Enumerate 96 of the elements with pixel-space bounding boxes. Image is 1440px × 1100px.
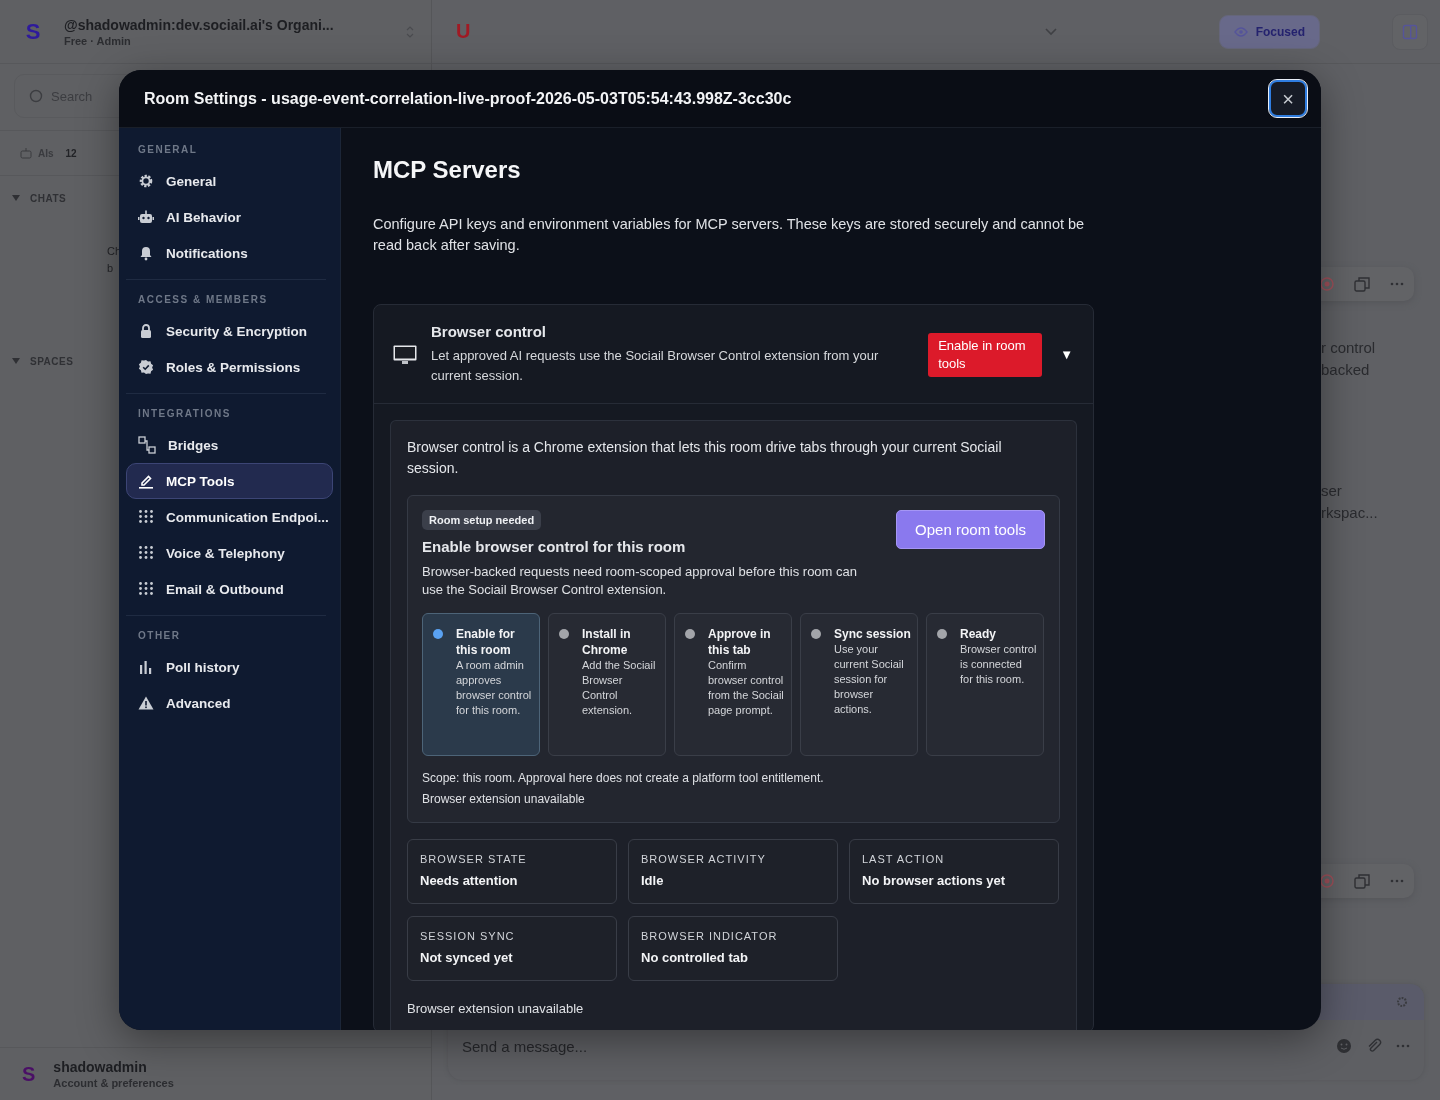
nav-item[interactable]: Roles & Permissions (126, 349, 333, 385)
nav-item[interactable]: Bridges (126, 427, 333, 463)
stat-label: BROWSER ACTIVITY (641, 853, 767, 865)
nav-item[interactable]: MCP Tools (126, 463, 333, 499)
more-icon[interactable] (1390, 879, 1405, 883)
nav-section-heading: ACCESS & MEMBERS (137, 293, 269, 307)
step-description: Browser control is connected for this room. (960, 642, 1037, 687)
robot-icon (138, 209, 154, 225)
workspace-avatar: S (24, 17, 42, 46)
status-dot (559, 629, 569, 639)
nav-item[interactable]: Communication Endpoi... (126, 499, 333, 535)
stat-label: SESSION SYNC (420, 930, 516, 942)
stat-label: LAST ACTION (862, 853, 946, 865)
nav-section-heading: OTHER (137, 629, 182, 643)
step-description: A room admin approves browser control for this room. (456, 658, 533, 718)
step-title: Enable for this room (456, 626, 516, 658)
nav-item[interactable]: Advanced (126, 685, 333, 721)
step-card[interactable]: Sync session Use your current Sociail session for browser actions. (800, 613, 918, 756)
step-card[interactable]: Approve in this tab Confirm browser control from the Sociail page prompt. (674, 613, 792, 756)
dots-grid-icon (138, 581, 154, 597)
step-card[interactable]: Install in Chrome Add the Sociail Browser Control extension. (548, 613, 666, 756)
step-title: Ready (960, 626, 998, 642)
intro-text: Browser control is a Chrome extension that lets this room drive tabs through your current Sociail session. (407, 438, 1003, 478)
bell-icon (138, 245, 154, 261)
stat-value: Needs attention (420, 873, 519, 888)
dots-grid-icon (138, 545, 154, 561)
server-description: Let approved AI requests use the Sociail Browser Control extension from your current session. (431, 347, 880, 385)
status-text: Browser extension unavailable (422, 791, 586, 808)
caret-icon[interactable] (12, 195, 20, 201)
setup-title: Enable browser control for this room (422, 538, 687, 555)
stat-label: BROWSER STATE (420, 853, 528, 865)
step-description: Add the Sociail Browser Control extension. (582, 658, 657, 718)
step-card[interactable]: Ready Browser control is connected for this room. (926, 613, 1044, 756)
nav-item[interactable]: General (126, 163, 333, 199)
sidebar-panel-icon (1402, 23, 1418, 40)
monitor-icon (393, 344, 417, 365)
stat-value: No controlled tab (641, 950, 749, 965)
scope-text: Scope: this room. Approval here does not create a platform tool entitlement. (422, 770, 825, 787)
more-icon[interactable] (1390, 282, 1405, 286)
paperclip-icon[interactable] (1366, 1038, 1382, 1054)
ais-count: 12 (65, 147, 77, 159)
step-title: Approve in this tab (708, 626, 772, 658)
warning-icon (138, 695, 154, 711)
bar-chart-icon (138, 659, 154, 675)
nav-section-heading: GENERAL (137, 143, 199, 157)
workspace-name: @shadowadmin:dev.sociail.ai's Organi... (64, 16, 335, 33)
target-icon[interactable] (1318, 276, 1335, 292)
nav-item[interactable]: Notifications (126, 235, 333, 271)
pen-icon (138, 473, 154, 489)
room-avatar: U (456, 20, 472, 43)
lock-icon (138, 323, 154, 339)
panel-toggle-button[interactable] (1392, 13, 1428, 50)
copy-icon[interactable] (1354, 276, 1371, 292)
status-badge: Room setup needed (422, 510, 542, 530)
nav-section-heading: INTEGRATIONS (137, 407, 232, 421)
stat-value: Idle (641, 873, 665, 888)
nav-item[interactable]: Voice & Telephony (126, 535, 333, 571)
gear-icon (138, 173, 154, 189)
step-title: Install in Chrome (582, 626, 632, 658)
nav-item[interactable]: Security & Encryption (126, 313, 333, 349)
page-description: Configure API keys and environment variables for MCP servers. These keys are stored securely and cannot be read back after saving. (373, 215, 1086, 255)
status-text: Browser extension unavailable (407, 1001, 585, 1016)
status-dot (811, 629, 821, 639)
setup-description: Browser-backed requests need room-scoped approval before this room can use the Sociail Browser Control extension. (422, 563, 858, 599)
server-name: Browser control (431, 323, 548, 340)
step-card[interactable]: Enable for this room A room admin approves browser control for this room. (422, 613, 540, 756)
status-dot (685, 629, 695, 639)
caret-icon[interactable] (12, 358, 20, 364)
badge-check-icon (138, 359, 154, 375)
nav-item[interactable]: AI Behavior (126, 199, 333, 235)
nav-item[interactable]: Poll history (126, 649, 333, 685)
robot-icon (20, 147, 32, 159)
status-dot (937, 629, 947, 639)
target-icon[interactable] (1318, 873, 1335, 889)
nav-item[interactable]: Email & Outbound (126, 571, 333, 607)
stat-value: Not synced yet (420, 950, 514, 965)
gear-icon[interactable] (1396, 996, 1408, 1008)
dialog-title: Room Settings - usage-event-correlation-live-proof-2026-05-03T05:54:43.998Z-3cc30c (144, 89, 793, 108)
step-title: Sync session (834, 626, 911, 642)
user-name: shadowadmin (53, 1059, 148, 1075)
enable-button[interactable]: Enable in room tools (928, 332, 1043, 377)
copy-icon[interactable] (1354, 873, 1371, 889)
stat-label: BROWSER INDICATOR (641, 930, 779, 942)
more-icon[interactable] (1396, 1044, 1410, 1048)
expand-toggle[interactable]: ▼ (1056, 347, 1077, 362)
status-dot (433, 629, 443, 639)
dots-grid-icon (138, 509, 154, 525)
step-description: Confirm browser control from the Sociail page prompt. (708, 658, 785, 718)
smiley-icon[interactable] (1336, 1038, 1352, 1054)
connected-squares-icon (138, 436, 156, 454)
step-description: Use your current Sociail session for browser actions. (834, 642, 905, 717)
search-icon (29, 89, 43, 103)
page-title: MCP Servers (373, 156, 522, 184)
stat-value: No browser actions yet (862, 873, 1007, 888)
close-button[interactable]: × (1269, 80, 1307, 117)
chevron-down-icon[interactable] (1044, 27, 1057, 36)
